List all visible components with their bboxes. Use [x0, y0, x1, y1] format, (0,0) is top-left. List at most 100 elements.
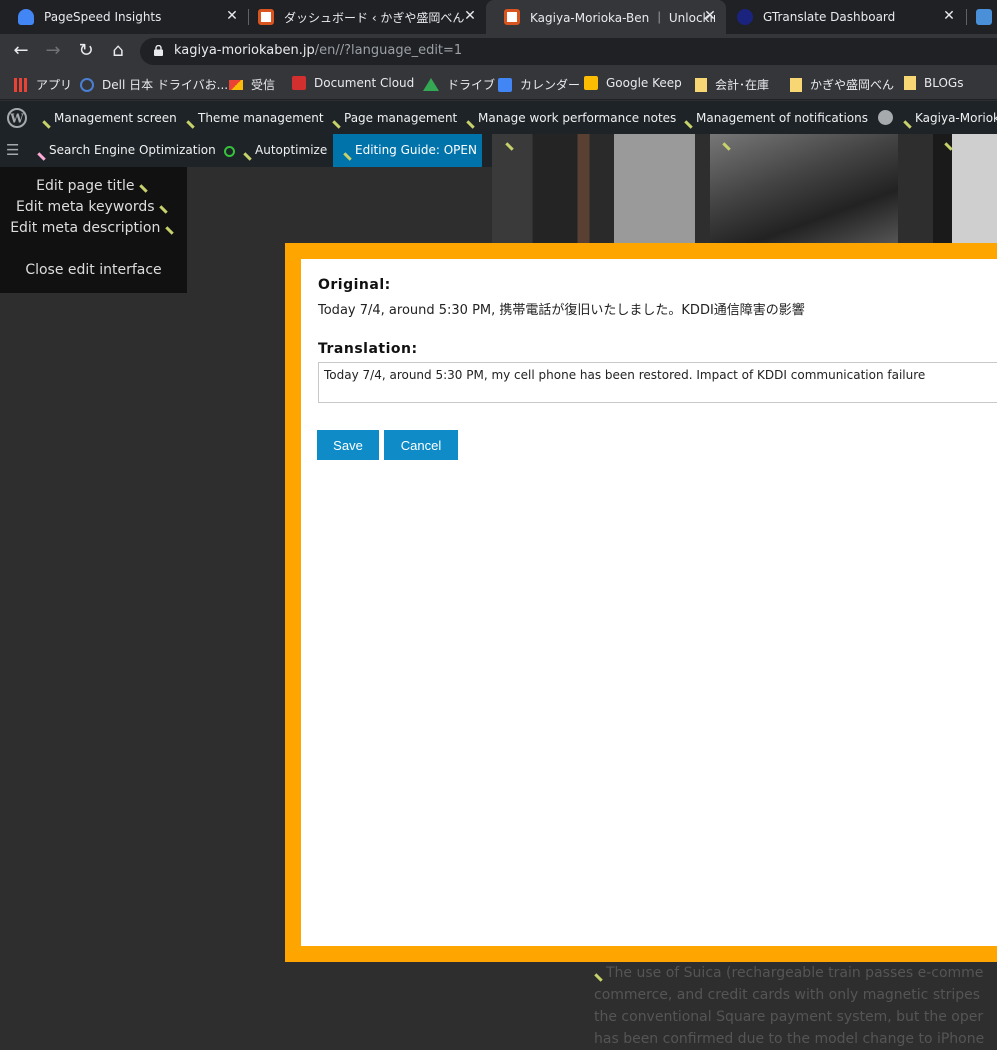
pencil-icon [159, 205, 167, 213]
apps-grid-icon [14, 77, 28, 92]
address-bar[interactable]: kagiya-moriokaben.jp/en//?language_edit=… [140, 38, 997, 65]
translation-modal: Original: Today 7/4, around 5:30 PM, 携帯電… [301, 259, 997, 946]
pencil-icon [684, 120, 692, 128]
close-edit-interface[interactable]: Close edit interface [0, 262, 187, 278]
bookmark-label: Google Keep [606, 76, 682, 90]
bookmark-label: BLOGs [924, 76, 964, 90]
original-label: Original: [318, 277, 391, 293]
pencil-icon [903, 120, 911, 128]
pencil-icon [343, 152, 351, 160]
pencil-icon[interactable] [505, 142, 513, 150]
pencil-icon[interactable] [944, 142, 952, 150]
acrobat-icon [292, 76, 306, 90]
bookmark-label: カレンダー [520, 78, 581, 92]
close-tab-icon[interactable]: ✕ [462, 8, 478, 24]
cancel-button[interactable]: Cancel [384, 430, 458, 460]
admin-item-label: Manage work performance notes [478, 111, 677, 125]
bookmark-folder-blogs[interactable]: BLOGs [904, 76, 964, 90]
admin-item-label: Page management [344, 111, 458, 125]
admin-work-performance[interactable]: Manage work performance notes [466, 111, 676, 125]
body-line: commerce, and credit cards with only mag… [594, 987, 981, 1003]
close-tab-icon[interactable]: ✕ [941, 8, 957, 24]
tab-dashboard[interactable]: ダッシュボード ‹ かぎや盛岡べん｜鍵 ✕ [240, 0, 486, 34]
pencil-icon[interactable] [722, 142, 730, 150]
tab-title: GTranslate Dashboard [763, 10, 896, 24]
url-text: kagiya-moriokaben.jp/en//?language_edit=… [174, 43, 462, 58]
guide-label: Editing Guide: OPEN [355, 143, 477, 157]
edit-meta-description[interactable]: Edit meta description [0, 220, 187, 236]
tab-strip: PageSpeed Insights ✕ ダッシュボード ‹ かぎや盛岡べん｜鍵… [0, 0, 997, 34]
edit-page-title[interactable]: Edit page title [0, 178, 187, 194]
wp-admin-bar-secondary: ☰ Search Engine Optimization Autoptimize… [0, 134, 997, 167]
folder-icon [904, 76, 916, 90]
admin-notifications[interactable]: Management of notifications [684, 111, 868, 125]
drive-icon [423, 78, 439, 91]
admin-seo[interactable]: Search Engine Optimization [37, 143, 216, 157]
admin-site-name[interactable]: Kagiya-Morioka [903, 111, 997, 125]
pencil-icon [243, 152, 251, 160]
tab-divider [966, 9, 967, 25]
pencil-icon [42, 120, 50, 128]
body-line-text: The use of Suica (rechargeable train pas… [606, 965, 984, 981]
bookmark-folder-accounting[interactable]: 会計･在庫 [695, 76, 769, 93]
bookmark-drive[interactable]: ドライブ [423, 76, 495, 93]
dell-icon [80, 77, 94, 92]
home-icon[interactable]: ⌂ [106, 39, 130, 63]
bookmark-label: 受信 [251, 78, 276, 92]
bookmark-label: アプリ [36, 78, 73, 92]
close-tab-icon[interactable]: ✕ [224, 8, 240, 24]
bookmark-dell[interactable]: Dell 日本 ドライバお... [80, 76, 228, 93]
pagespeed-icon [18, 9, 34, 25]
folder-icon [790, 77, 802, 92]
bookmark-keep[interactable]: Google Keep [584, 76, 682, 90]
admin-item-label: Search Engine Optimization [49, 143, 216, 157]
seo-menu-icon[interactable]: ☰ [6, 141, 19, 159]
tab-title: ダッシュボード ‹ かぎや盛岡べん｜鍵 [284, 10, 464, 25]
calendar-tab-icon[interactable] [976, 9, 992, 25]
editing-guide-button[interactable]: Editing Guide: OPEN [333, 134, 482, 167]
bookmark-gmail[interactable]: 受信 [229, 76, 275, 93]
body-line: the conventional Square payment system, … [594, 1009, 984, 1025]
translation-input[interactable]: Today 7/4, around 5:30 PM, my cell phone… [318, 362, 997, 403]
bookmark-folder-kagiya[interactable]: かぎや盛岡べん [790, 76, 894, 93]
tab-pagespeed[interactable]: PageSpeed Insights ✕ [0, 0, 248, 34]
pencil-icon[interactable] [594, 973, 602, 981]
save-button[interactable]: Save [317, 430, 379, 460]
tab-kagiya-active[interactable]: Kagiya-Morioka-Ben ｜ Unlocking ✕ [486, 0, 726, 34]
edit-panel: Edit page title Edit meta keywords Edit … [0, 167, 187, 293]
gmail-icon [229, 79, 243, 90]
admin-item-label: Management screen [54, 111, 177, 125]
url-host: kagiya-moriokaben.jp [174, 43, 315, 58]
bookmark-apps[interactable]: アプリ [14, 76, 72, 93]
wordpress-logo-icon[interactable]: W [7, 108, 27, 128]
reload-icon[interactable]: ↻ [74, 39, 98, 63]
site-favicon-icon [504, 9, 520, 25]
edit-label: Edit page title [36, 178, 135, 194]
wp-admin-bar: W Management screen Theme management Pag… [0, 101, 997, 134]
admin-management-screen[interactable]: Management screen [42, 111, 177, 125]
forward-icon[interactable]: → [41, 39, 65, 63]
tab-gtranslate[interactable]: GTranslate Dashboard ✕ [719, 0, 965, 34]
tab-title: PageSpeed Insights [44, 10, 162, 24]
edit-label: Edit meta keywords [16, 199, 155, 215]
close-tab-icon[interactable]: ✕ [702, 8, 718, 24]
bookmark-document-cloud[interactable]: Document Cloud [292, 76, 414, 90]
body-line: has been confirmed due to the model chan… [594, 1031, 985, 1047]
bookmark-label: ドライブ [447, 78, 496, 92]
calendar-icon [498, 77, 512, 92]
admin-item-label: Autoptimize [255, 143, 328, 157]
lock-icon [154, 45, 163, 56]
bookmark-calendar[interactable]: カレンダー [498, 76, 580, 93]
dashboard-gauge-icon[interactable] [878, 110, 893, 125]
pencil-icon [139, 184, 147, 192]
pencil-icon [165, 226, 173, 234]
admin-item-label: Kagiya-Morioka [915, 111, 997, 125]
edit-meta-keywords[interactable]: Edit meta keywords [0, 199, 187, 215]
admin-theme-management[interactable]: Theme management [186, 111, 324, 125]
back-icon[interactable]: ← [9, 39, 33, 63]
tab-title: Kagiya-Morioka-Ben ｜ Unlocking [530, 10, 715, 25]
body-line: The use of Suica (rechargeable train pas… [594, 962, 997, 984]
keep-icon [584, 76, 598, 90]
admin-page-management[interactable]: Page management [332, 111, 457, 125]
admin-autoptimize[interactable]: Autoptimize [243, 143, 327, 157]
